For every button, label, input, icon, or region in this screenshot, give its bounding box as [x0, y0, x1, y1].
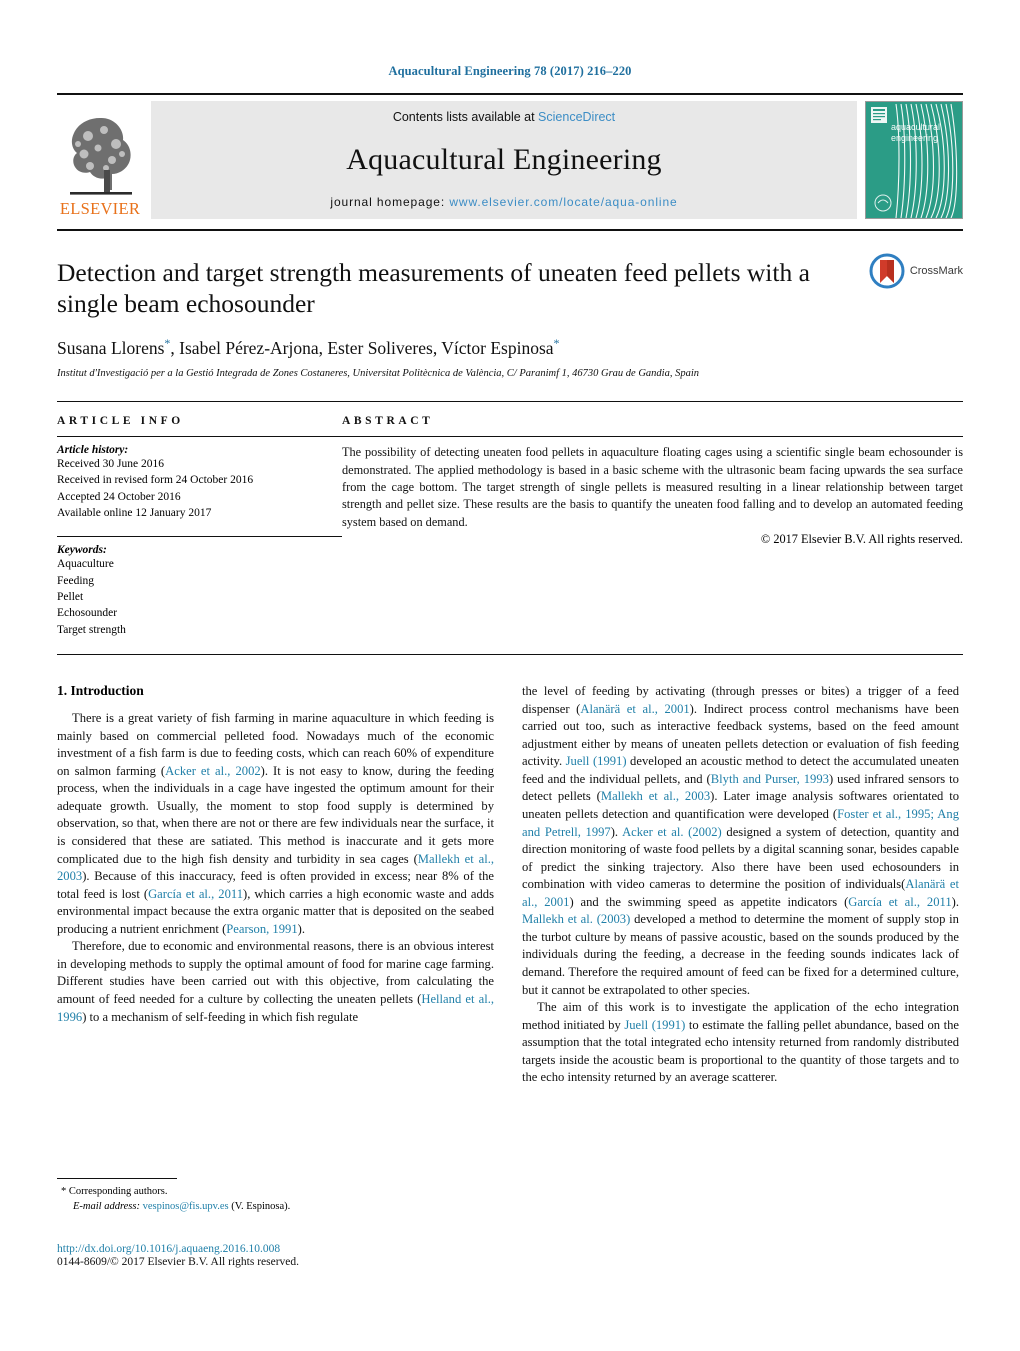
article-history-label: Article history:: [57, 444, 129, 457]
citation-link[interactable]: Acker et al., 2002: [165, 764, 261, 778]
body-column-left: 1. Introduction There is a great variety…: [57, 683, 494, 1087]
author-list: Susana Llorens*, Isabel Pérez-Arjona, Es…: [57, 336, 963, 359]
paragraph: Therefore, due to economic and environme…: [57, 939, 494, 1024]
citation-link[interactable]: García et al., 2011: [848, 895, 951, 909]
keywords-label: Keywords:: [57, 544, 107, 557]
corresponding-author-marker: *: [164, 336, 171, 351]
body-column-right: the level of feeding by activating (thro…: [522, 683, 959, 1087]
history-item: Received in revised form 24 October 2016: [57, 474, 254, 487]
citation-link[interactable]: Acker et al. (2002): [622, 825, 722, 839]
svg-text:aquacultural: aquacultural: [891, 122, 940, 132]
citation-link[interactable]: Blyth and Purser, 1993: [711, 772, 829, 786]
section-heading-introduction: 1. Introduction: [57, 683, 144, 698]
corresponding-author-line: * Corresponding authors.: [57, 1184, 494, 1199]
email-line: E-mail address: vespinos@fis.upv.es (V. …: [57, 1199, 494, 1214]
email-label: E-mail address:: [73, 1201, 140, 1213]
history-item: Accepted 24 October 2016: [57, 490, 181, 503]
doi-link[interactable]: http://dx.doi.org/10.1016/j.aquaeng.2016…: [57, 1243, 557, 1255]
elsevier-wordmark: ELSEVIER: [59, 198, 141, 218]
body-columns: 1. Introduction There is a great variety…: [57, 655, 963, 1087]
affiliation: Institut d'Investigació per a la Gestió …: [57, 368, 699, 380]
keyword-item: Pellet: [57, 591, 84, 604]
citation-link[interactable]: Helland et al., 1996: [57, 992, 494, 1024]
journal-homepage-line: journal homepage: www.elsevier.com/locat…: [330, 195, 677, 209]
sciencedirect-link[interactable]: ScienceDirect: [538, 110, 615, 124]
abstract-heading: ABSTRACT: [342, 415, 434, 428]
crossmark-icon: [869, 253, 905, 289]
citation-link[interactable]: Pearson, 1991: [226, 922, 297, 936]
article-title-block: Detection and target strength measuremen…: [57, 231, 963, 379]
citation-link[interactable]: Mallekh et al., 2003: [601, 789, 710, 803]
abstract-text: The possibility of detecting uneaten foo…: [342, 445, 963, 529]
abstract-copyright: © 2017 Elsevier B.V. All rights reserved…: [760, 532, 963, 547]
history-item: Received 30 June 2016: [57, 458, 164, 471]
journal-article-page: Aquacultural Engineering 78 (2017) 216–2…: [0, 0, 1020, 1351]
masthead-center-panel: Contents lists available at ScienceDirec…: [151, 101, 857, 219]
article-info-column: ARTICLE INFO Article history: Received 3…: [57, 415, 342, 638]
svg-text:engineering: engineering: [891, 133, 938, 143]
paragraph: The aim of this work is to investigate t…: [522, 1000, 959, 1085]
elsevier-tree-icon: [60, 114, 140, 200]
paragraph: There is a great variety of fish farming…: [57, 711, 495, 936]
journal-masthead: ELSEVIER Contents lists available at Sci…: [57, 93, 963, 219]
article-info-heading: ARTICLE INFO: [57, 415, 184, 428]
corresponding-marker: *: [61, 1186, 67, 1197]
article-info-rule: [57, 436, 342, 438]
keyword-item: Aquaculture: [57, 558, 114, 571]
citation-link[interactable]: García et al., 2011: [148, 887, 243, 901]
keyword-item: Echosounder: [57, 607, 118, 620]
abstract-rule: [342, 436, 963, 438]
footnote-rule: [57, 1178, 177, 1179]
keywords-block: Keywords: Aquaculture Feeding Pellet Ech…: [57, 536, 342, 638]
paragraph: the level of feeding by activating (thro…: [522, 684, 960, 997]
info-abstract-area: ARTICLE INFO Article history: Received 3…: [57, 402, 963, 638]
history-item: Available online 12 January 2017: [57, 507, 212, 520]
corresponding-text: Corresponding authors.: [68, 1186, 168, 1197]
email-link[interactable]: vespinos@fis.upv.es: [143, 1201, 229, 1212]
keywords-rule: [57, 536, 342, 538]
citation-link[interactable]: Foster et al., 1995; Ang and Petrell, 19…: [522, 807, 959, 839]
keyword-item: Feeding: [57, 574, 95, 587]
homepage-url-link[interactable]: www.elsevier.com/locate/aqua-online: [449, 195, 677, 209]
homepage-prefix: journal homepage:: [330, 195, 450, 209]
page-title: Detection and target strength measuremen…: [57, 258, 810, 319]
crossmark-badge[interactable]: CrossMark: [869, 253, 963, 289]
citation-link[interactable]: Juell (1991): [624, 1018, 685, 1032]
citation-link[interactable]: Juell (1991): [566, 754, 627, 768]
corresponding-author-footnote: * Corresponding authors. E-mail address:…: [57, 1178, 494, 1214]
issn-copyright-line: 0144-8609/© 2017 Elsevier B.V. All right…: [57, 1256, 300, 1268]
journal-cover-thumbnail: aquacultural engineering aquacultural en…: [865, 101, 963, 219]
keyword-item: Target strength: [57, 623, 126, 636]
doi-block: http://dx.doi.org/10.1016/j.aquaeng.2016…: [57, 1243, 557, 1268]
running-head: Aquacultural Engineering 78 (2017) 216–2…: [388, 64, 632, 78]
keywords-list: Aquaculture Feeding Pellet Echosounder T…: [57, 556, 342, 638]
citation-link[interactable]: Mallekh et al., 2003: [57, 852, 494, 884]
elsevier-logo: ELSEVIER: [57, 101, 143, 219]
article-history-list: Received 30 June 2016 Received in revise…: [57, 456, 342, 521]
journal-title: Aquacultural Engineering: [346, 142, 662, 176]
citation-link[interactable]: Mallekh et al. (2003): [522, 912, 630, 926]
abstract-column: ABSTRACT The possibility of detecting un…: [342, 415, 963, 638]
contents-prefix: Contents lists available at: [392, 110, 539, 124]
crossmark-label: CrossMark: [909, 265, 963, 277]
corresponding-author-marker: *: [553, 336, 560, 351]
author-list-text: Susana Llorens*, Isabel Pérez-Arjona, Es…: [57, 336, 560, 359]
email-owner: (V. Espinosa).: [231, 1201, 291, 1213]
contents-available-line: Contents lists available at ScienceDirec…: [393, 110, 615, 124]
citation-link[interactable]: Alanärä et al., 2001: [580, 702, 689, 716]
